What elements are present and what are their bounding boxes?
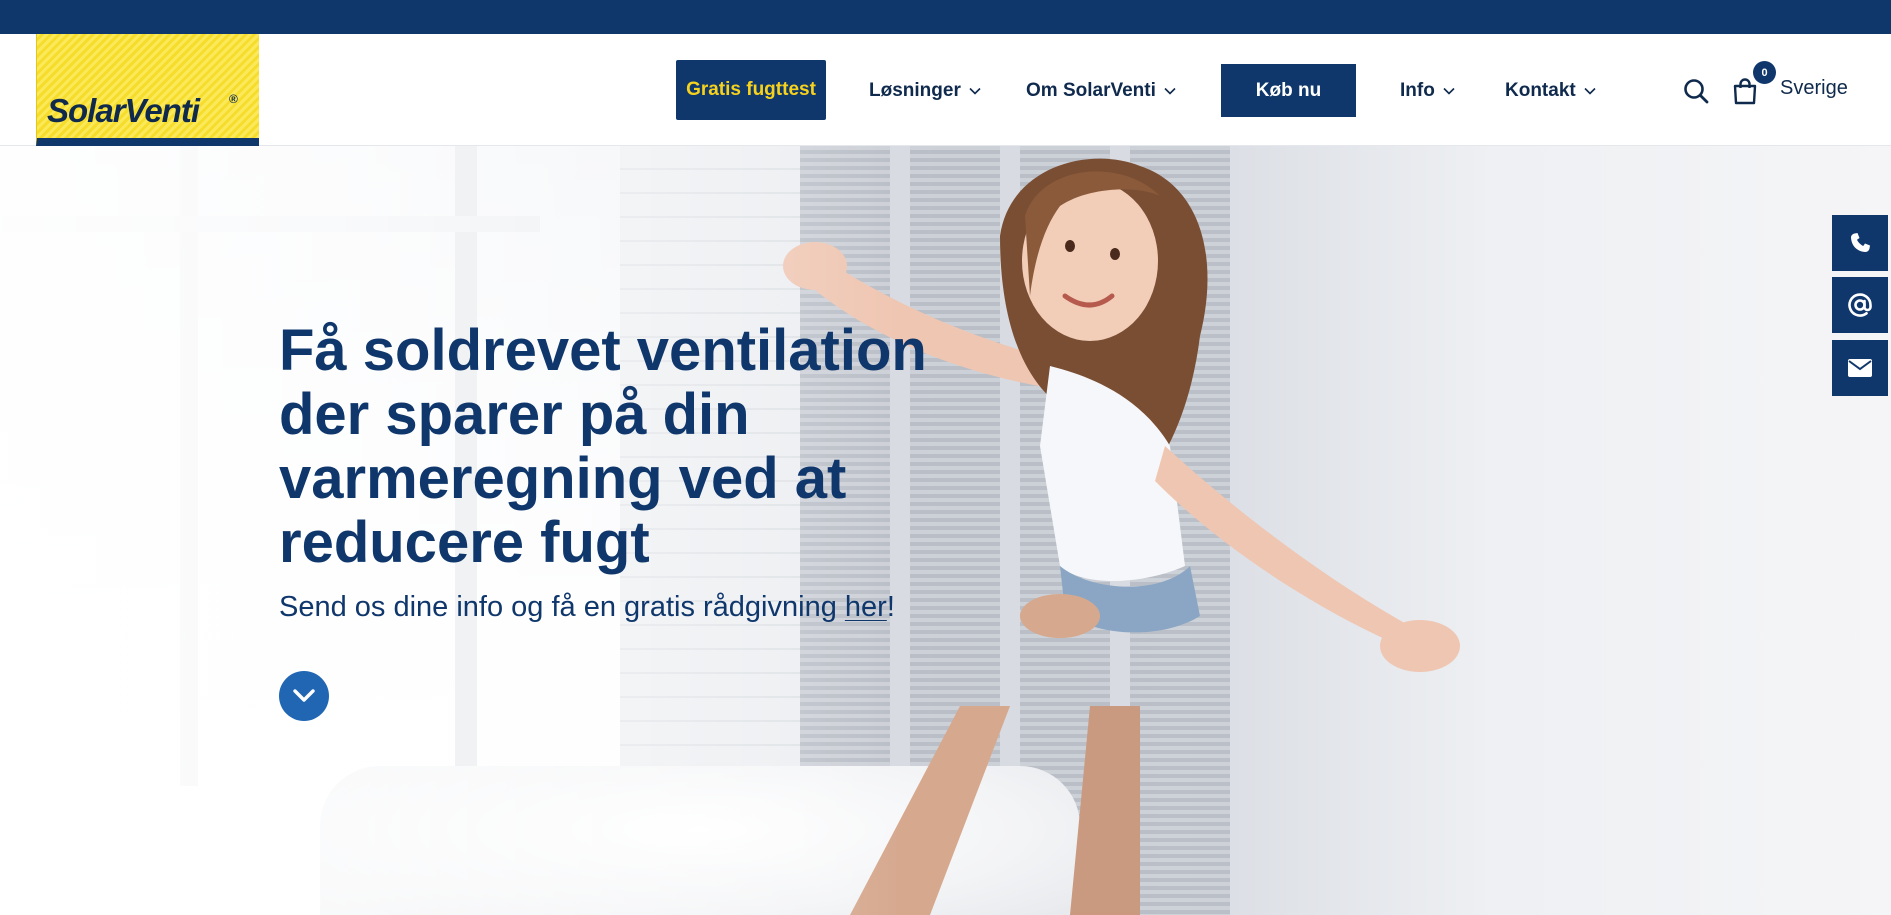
- nav-item-solutions-label: Løsninger: [869, 80, 961, 101]
- chevron-down-icon: [1443, 87, 1455, 95]
- top-bar: [0, 0, 1891, 34]
- buy-now-button[interactable]: Køb nu: [1221, 64, 1356, 117]
- chevron-down-icon: [1164, 87, 1176, 95]
- nav-item-about[interactable]: Om SolarVenti: [1026, 78, 1176, 104]
- solarventi-logo[interactable]: SolarVenti ®: [36, 34, 259, 146]
- nav-item-about-label: Om SolarVenti: [1026, 80, 1156, 101]
- site-header: SolarVenti ® Gratis fugttest Løsninger O…: [0, 34, 1891, 146]
- chevron-down-icon: [293, 689, 315, 702]
- email-at-button[interactable]: [1832, 277, 1888, 333]
- country-selector[interactable]: Sverige: [1780, 77, 1848, 100]
- search-icon[interactable]: [1683, 78, 1709, 104]
- phone-icon: [1851, 233, 1870, 252]
- envelope-icon: [1848, 359, 1872, 377]
- free-humidity-test-button[interactable]: Gratis fugttest: [676, 60, 826, 120]
- nav-item-solutions[interactable]: Løsninger: [869, 78, 981, 104]
- newsletter-mail-button[interactable]: [1832, 340, 1888, 396]
- hero-subtitle-suffix: !: [886, 591, 895, 623]
- logo-text: SolarVenti: [47, 92, 200, 129]
- shopping-bag-icon[interactable]: [1732, 77, 1758, 105]
- chevron-down-icon: [1584, 87, 1596, 95]
- chevron-down-icon: [969, 87, 981, 95]
- nav-item-info[interactable]: Info: [1400, 78, 1455, 104]
- cart-count-badge: 0: [1753, 61, 1776, 84]
- hero-subtitle-text: Send os dine info og få en gratis rådgiv…: [279, 591, 845, 623]
- hero-title: Få soldrevet ventilation der sparer på d…: [279, 318, 927, 575]
- scroll-down-button[interactable]: [279, 671, 329, 721]
- logo-registered-mark: ®: [229, 92, 238, 106]
- hero-section: Få soldrevet ventilation der sparer på d…: [0, 146, 1891, 915]
- hero-subtitle-link-here[interactable]: her: [845, 591, 887, 623]
- hero-subtitle: Send os dine info og få en gratis rådgiv…: [279, 591, 895, 624]
- phone-contact-button[interactable]: [1832, 215, 1888, 271]
- nav-item-contact[interactable]: Kontakt: [1505, 78, 1596, 104]
- nav-item-info-label: Info: [1400, 80, 1435, 101]
- at-icon: [1848, 293, 1872, 317]
- nav-item-contact-label: Kontakt: [1505, 80, 1576, 101]
